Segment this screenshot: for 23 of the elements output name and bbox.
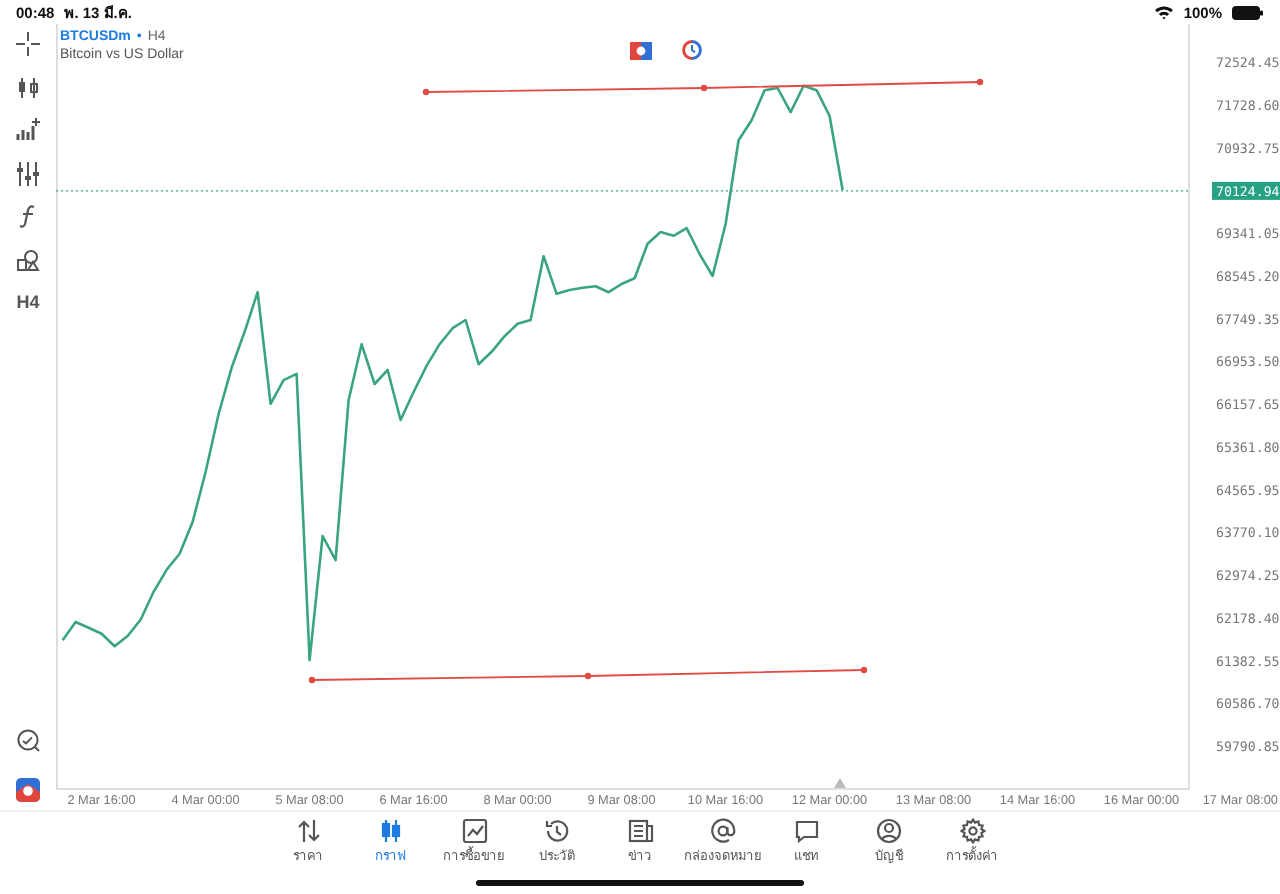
sort-arrows-icon <box>295 818 321 844</box>
gear-icon <box>959 818 985 844</box>
wifi-icon <box>1153 4 1174 20</box>
account-icon <box>876 818 902 844</box>
history-icon <box>544 818 570 844</box>
candlestick-icon[interactable] <box>16 75 40 99</box>
battery-icon <box>1232 5 1264 19</box>
trend-line[interactable] <box>308 666 868 684</box>
candlestick-icon <box>378 818 404 844</box>
clock-icon[interactable] <box>682 40 702 60</box>
app-logo-icon[interactable] <box>16 778 40 802</box>
shapes-icon[interactable] <box>16 247 40 271</box>
sliders-icon[interactable] <box>16 161 40 185</box>
trend-line[interactable] <box>422 78 984 96</box>
line-chart-icon <box>461 818 487 844</box>
chat-icon <box>793 818 819 844</box>
timeframe-button[interactable]: H4 <box>16 290 40 314</box>
indicators-icon[interactable] <box>16 118 40 142</box>
function-icon[interactable] <box>16 204 40 228</box>
crosshair-icon[interactable] <box>16 32 40 56</box>
news-icon <box>627 818 653 844</box>
at-sign-icon <box>710 818 736 844</box>
scroll-marker-icon[interactable] <box>834 778 846 788</box>
